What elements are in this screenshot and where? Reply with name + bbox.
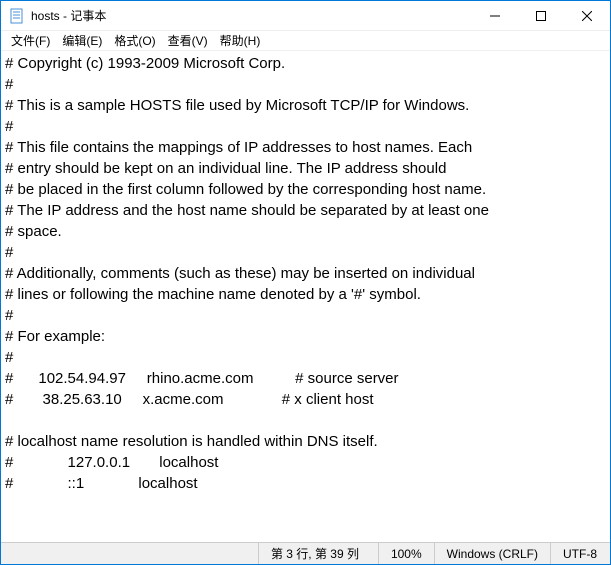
titlebar: hosts - 记事本 — [1, 1, 610, 31]
maximize-button[interactable] — [518, 1, 564, 30]
menu-view[interactable]: 查看(V) — [162, 31, 214, 50]
close-button[interactable] — [564, 1, 610, 30]
window-controls — [472, 1, 610, 30]
status-line-ending: Windows (CRLF) — [434, 543, 550, 564]
menu-help[interactable]: 帮助(H) — [214, 31, 267, 50]
status-zoom: 100% — [378, 543, 434, 564]
menu-edit[interactable]: 编辑(E) — [56, 31, 108, 50]
menu-file[interactable]: 文件(F) — [5, 31, 56, 50]
menu-format[interactable]: 格式(O) — [108, 31, 161, 50]
status-cursor-position: 第 3 行, 第 39 列 — [258, 543, 378, 564]
status-spacer — [1, 543, 258, 564]
notepad-icon — [9, 8, 25, 24]
text-editor[interactable]: # Copyright (c) 1993-2009 Microsoft Corp… — [1, 51, 610, 542]
minimize-button[interactable] — [472, 1, 518, 30]
statusbar: 第 3 行, 第 39 列 100% Windows (CRLF) UTF-8 — [1, 542, 610, 564]
window-title: hosts - 记事本 — [31, 7, 472, 24]
status-encoding: UTF-8 — [550, 543, 610, 564]
menubar: 文件(F) 编辑(E) 格式(O) 查看(V) 帮助(H) — [1, 31, 610, 51]
